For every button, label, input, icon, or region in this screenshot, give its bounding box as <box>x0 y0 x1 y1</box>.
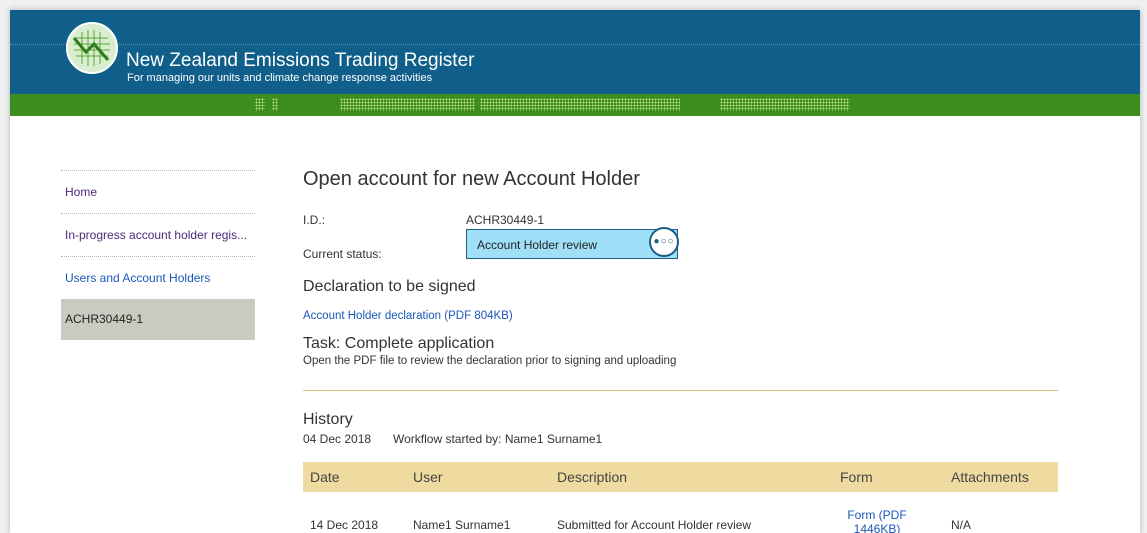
page-title: Open account for new Account Holder <box>303 168 640 190</box>
status-badge: Account Holder review ●○○ <box>466 227 679 259</box>
map-dots <box>340 98 475 111</box>
section-divider <box>303 390 1058 391</box>
history-date: 04 Dec 2018 <box>303 432 372 446</box>
map-dots <box>255 98 265 111</box>
task-description: Open the PDF file to review the declarat… <box>303 355 677 367</box>
column-header-description: Description <box>557 469 628 485</box>
site-title: New Zealand Emissions Trading Register <box>126 50 475 71</box>
status-label: Current status: <box>303 247 382 261</box>
status-value: Account Holder review <box>477 238 598 252</box>
column-header-date: Date <box>310 469 340 485</box>
row-attachments: N/A <box>951 518 972 532</box>
sidebar-item-in-progress-registrations[interactable]: In-progress account holder regis... <box>61 213 255 256</box>
column-header-attachments: Attachments <box>951 469 1029 485</box>
row-date: 14 Dec 2018 <box>310 518 379 532</box>
row-user: Name1 Surname1 <box>413 518 511 532</box>
site-subtitle: For managing our units and climate chang… <box>127 72 433 84</box>
header-dotted-line <box>10 44 1140 45</box>
sidebar-item-home[interactable]: Home <box>61 170 255 213</box>
id-label: I.D.: <box>303 213 326 227</box>
declaration-pdf-link[interactable]: Account Holder declaration (PDF 804KB) <box>303 310 513 322</box>
table-header: Date User Description Form Attachments <box>303 462 1058 492</box>
column-header-user: User <box>413 469 443 485</box>
row-description: Submitted for Account Holder review <box>557 518 752 532</box>
row-form-pdf-link[interactable]: Form (PDF 1446KB) <box>842 508 912 533</box>
id-value: ACHR30449-1 <box>466 213 545 227</box>
sidebar-nav: Home In-progress account holder regis...… <box>61 170 255 340</box>
sidebar-item-current-account[interactable]: ACHR30449-1 <box>61 299 255 340</box>
sidebar-item-users-and-account-holders[interactable]: Users and Account Holders <box>61 256 255 299</box>
more-dots-icon[interactable]: ●○○ <box>649 227 679 257</box>
register-logo-icon[interactable] <box>66 22 118 74</box>
site-header: New Zealand Emissions Trading Register F… <box>10 10 1140 94</box>
declaration-heading: Declaration to be signed <box>303 278 476 295</box>
map-dots <box>272 98 278 111</box>
map-dots <box>480 98 680 111</box>
history-workflow-text: Workflow started by: Name1 Surname1 <box>393 432 603 446</box>
browser-frame: New Zealand Emissions Trading Register F… <box>10 10 1140 533</box>
history-heading: History <box>303 411 353 428</box>
column-header-form: Form <box>840 469 873 485</box>
map-dots <box>720 98 850 111</box>
task-heading: Task: Complete application <box>303 335 495 352</box>
